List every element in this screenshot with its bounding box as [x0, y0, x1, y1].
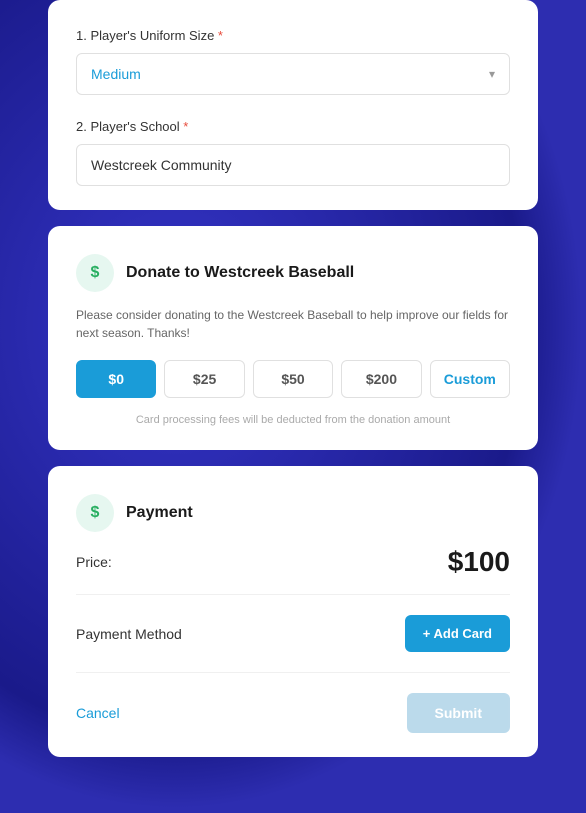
donate-custom-button[interactable]: Custom: [430, 360, 510, 398]
submit-button[interactable]: Submit: [407, 693, 510, 733]
donate-200-button[interactable]: $200: [341, 360, 421, 398]
payment-header: $ Payment: [76, 494, 510, 532]
donate-50-button[interactable]: $50: [253, 360, 333, 398]
donate-description: Please consider donating to the Westcree…: [76, 306, 510, 342]
donate-25-button[interactable]: $25: [164, 360, 244, 398]
donate-0-button[interactable]: $0: [76, 360, 156, 398]
donate-title: Donate to Westcreek Baseball: [126, 264, 354, 282]
uniform-size-group: 1. Player's Uniform Size * Medium ▾: [76, 28, 510, 95]
uniform-size-select[interactable]: Medium ▾: [76, 53, 510, 95]
chevron-down-icon: ▾: [489, 67, 495, 81]
uniform-size-card: 1. Player's Uniform Size * Medium ▾ 2. P…: [48, 0, 538, 210]
donation-buttons-group: $0 $25 $50 $200 Custom: [76, 360, 510, 398]
uniform-size-value: Medium: [91, 66, 141, 82]
payment-method-label: Payment Method: [76, 626, 182, 642]
payment-icon: $: [76, 494, 114, 532]
uniform-size-label: 1. Player's Uniform Size *: [76, 28, 510, 43]
donate-card: $ Donate to Westcreek Baseball Please co…: [48, 226, 538, 450]
price-row: Price: $100: [76, 546, 510, 595]
donate-icon: $: [76, 254, 114, 292]
school-input[interactable]: [76, 144, 510, 186]
card-actions: Cancel Submit: [76, 693, 510, 733]
school-group: 2. Player's School *: [76, 119, 510, 186]
donate-header: $ Donate to Westcreek Baseball: [76, 254, 510, 292]
payment-method-row: Payment Method + Add Card: [76, 615, 510, 673]
add-card-button[interactable]: + Add Card: [405, 615, 510, 652]
payment-card: $ Payment Price: $100 Payment Method + A…: [48, 466, 538, 757]
fee-note: Card processing fees will be deducted fr…: [76, 414, 510, 426]
cancel-button[interactable]: Cancel: [76, 705, 120, 721]
payment-title: Payment: [126, 504, 193, 522]
price-label: Price:: [76, 554, 112, 570]
price-value: $100: [448, 546, 510, 578]
school-label: 2. Player's School *: [76, 119, 510, 134]
